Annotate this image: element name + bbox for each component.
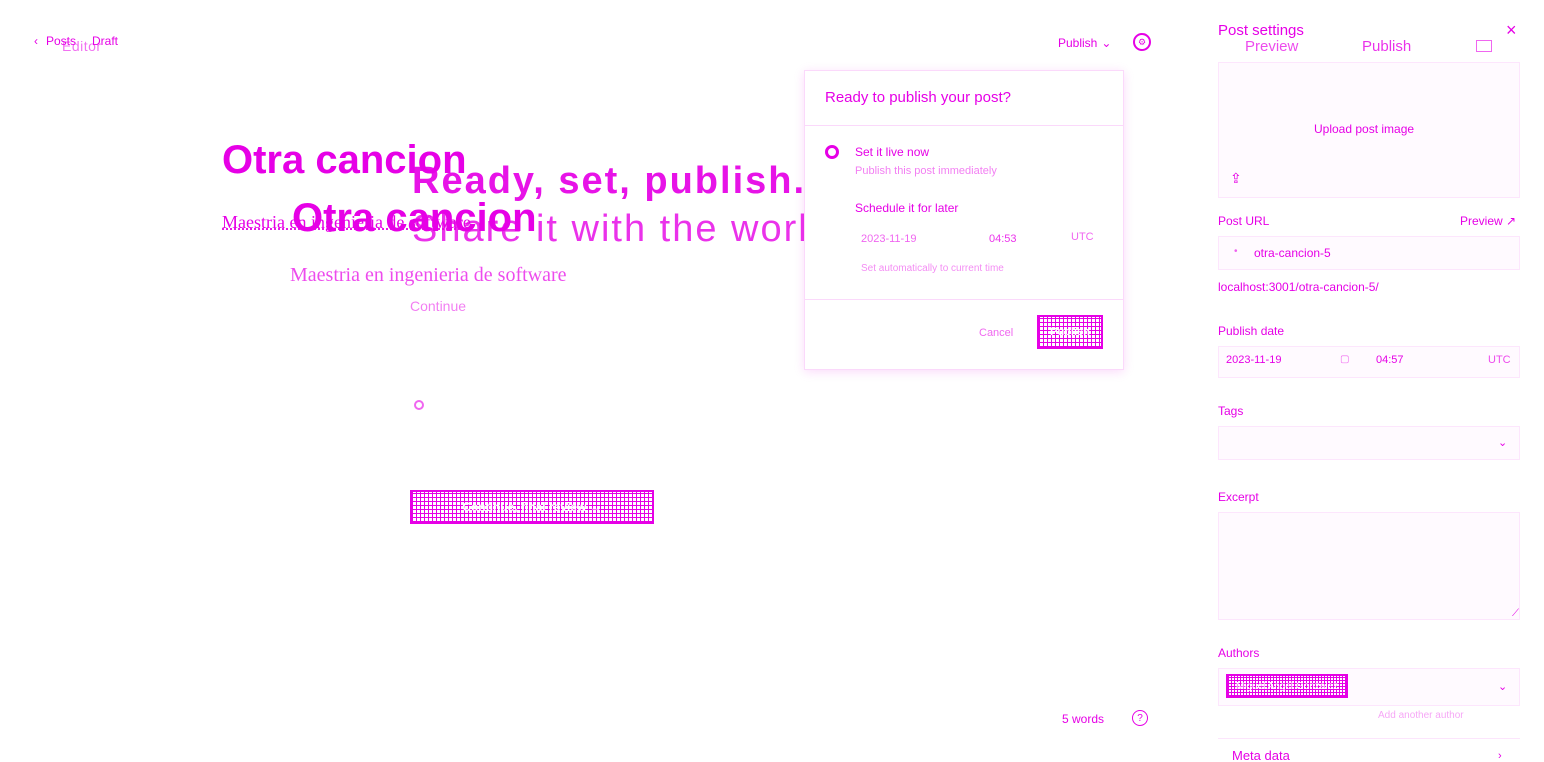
chevron-down-icon[interactable]: ⌄ bbox=[1498, 680, 1507, 693]
cancel-button[interactable]: Cancel bbox=[979, 327, 1013, 339]
close-icon[interactable]: × bbox=[1506, 20, 1517, 41]
popover-divider bbox=[805, 125, 1123, 126]
schedule-date-input[interactable]: 2023-11-19 bbox=[861, 233, 916, 245]
continue-final-review-button[interactable]: Continue, final review → bbox=[410, 490, 654, 524]
option-set-live-now[interactable]: Set it live now bbox=[855, 145, 929, 159]
tags-label: Tags bbox=[1218, 404, 1244, 418]
schedule-time-input[interactable]: 04:53 bbox=[989, 233, 1017, 245]
chevron-down-icon[interactable]: ⌄ bbox=[1498, 436, 1507, 449]
confirm-publish-button[interactable]: Publish bbox=[1037, 315, 1103, 349]
panel-ghost-publish: Publish bbox=[1362, 38, 1412, 55]
publish-flow-dot bbox=[414, 400, 424, 410]
post-url-full: localhost:3001/otra-cancion-5/ bbox=[1218, 280, 1379, 294]
help-icon[interactable]: ? bbox=[1132, 710, 1148, 726]
authors-label: Authors bbox=[1218, 646, 1260, 660]
publish-popover: Ready to publish your post? Set it live … bbox=[804, 70, 1124, 370]
publish-date-input[interactable]: 2023-11-19 bbox=[1226, 354, 1281, 366]
schedule-timezone: UTC bbox=[1071, 231, 1094, 243]
schedule-note: Set automatically to current time bbox=[861, 263, 1004, 274]
option-schedule-later[interactable]: Schedule it for later bbox=[855, 201, 958, 215]
panel-ghost-preview: Preview bbox=[1245, 38, 1299, 55]
post-title[interactable]: Otra cancion bbox=[222, 138, 467, 183]
resize-grip-icon[interactable]: ⟋ bbox=[1512, 608, 1519, 619]
gear-icon[interactable]: ⚙ bbox=[1133, 33, 1151, 51]
excerpt-textarea[interactable] bbox=[1218, 512, 1520, 620]
chevron-right-icon[interactable]: › bbox=[1498, 750, 1502, 762]
author-add-hint: Add another author bbox=[1378, 710, 1464, 721]
publish-date-label: Publish date bbox=[1218, 324, 1285, 338]
preview-link[interactable]: Preview ↗ bbox=[1460, 214, 1516, 228]
back-chevron-icon[interactable]: ‹ bbox=[34, 34, 38, 48]
post-subtitle[interactable]: Maestria en ingenieria de software bbox=[222, 212, 471, 233]
publish-dropdown-button[interactable]: Publish ⌄ bbox=[1058, 36, 1111, 50]
publish-dropdown-label: Publish bbox=[1058, 36, 1098, 50]
link-icon: • bbox=[1234, 246, 1238, 257]
panel-ghost-box bbox=[1476, 40, 1492, 52]
panel-title: Post settings bbox=[1218, 22, 1304, 39]
post-settings-panel: Post settings Preview Publish × Upload p… bbox=[1200, 0, 1544, 762]
author-chip[interactable]: Miguel Angel Gonzalez bbox=[1226, 674, 1348, 698]
chevron-down-icon: ⌄ bbox=[1101, 36, 1112, 50]
breadcrumb-ghost-label: Editor bbox=[62, 38, 102, 54]
publish-timezone: UTC bbox=[1488, 354, 1511, 366]
calendar-icon[interactable]: ▢ bbox=[1340, 354, 1349, 365]
excerpt-label: Excerpt bbox=[1218, 490, 1259, 504]
post-url-slug[interactable]: otra-cancion-5 bbox=[1254, 246, 1331, 260]
publish-flow-subtitle: Maestria en ingenieria de software bbox=[290, 264, 567, 286]
meta-data-label[interactable]: Meta data bbox=[1232, 748, 1290, 762]
word-count: 5 words bbox=[1062, 712, 1105, 726]
tags-input[interactable] bbox=[1218, 426, 1520, 460]
editor-window: ‹ Posts Draft Editor Publish ⌄ ⚙ Ready, … bbox=[0, 0, 1544, 762]
upload-icon[interactable]: ⇪ bbox=[1230, 170, 1242, 187]
upload-post-image-label[interactable]: Upload post image bbox=[1314, 122, 1414, 136]
popover-divider-bottom bbox=[805, 299, 1123, 300]
post-url-label: Post URL bbox=[1218, 214, 1270, 228]
publish-time-input[interactable]: 04:57 bbox=[1376, 354, 1404, 366]
breadcrumb: ‹ Posts Draft Editor bbox=[34, 34, 118, 54]
radio-set-live-now[interactable] bbox=[825, 145, 839, 159]
option-set-live-now-sub: Publish this post immediately bbox=[855, 165, 997, 177]
publish-flow-small: Continue bbox=[410, 298, 467, 314]
popover-heading: Ready to publish your post? bbox=[825, 89, 1011, 106]
